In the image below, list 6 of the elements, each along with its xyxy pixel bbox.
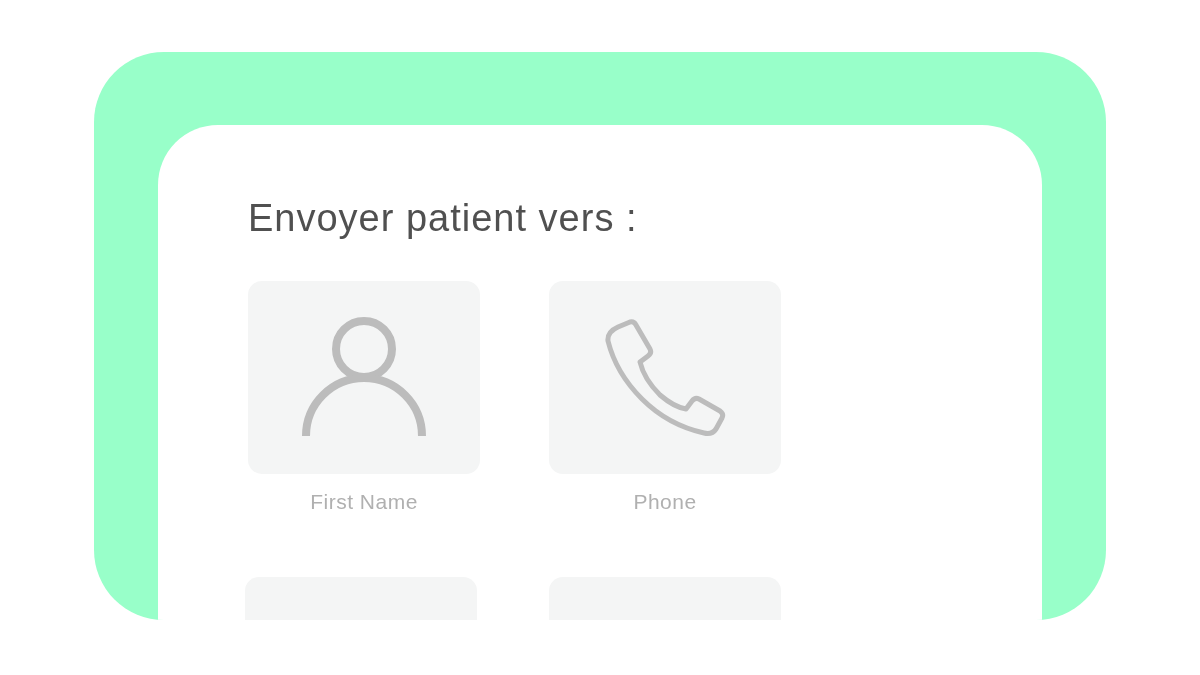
option-tile[interactable] xyxy=(248,281,480,474)
option-label: Phone xyxy=(633,489,697,515)
heading: Envoyer patient vers : xyxy=(248,196,638,241)
phone-icon xyxy=(604,318,726,437)
option-label: First Name xyxy=(310,489,418,515)
option-tile[interactable] xyxy=(549,281,781,474)
